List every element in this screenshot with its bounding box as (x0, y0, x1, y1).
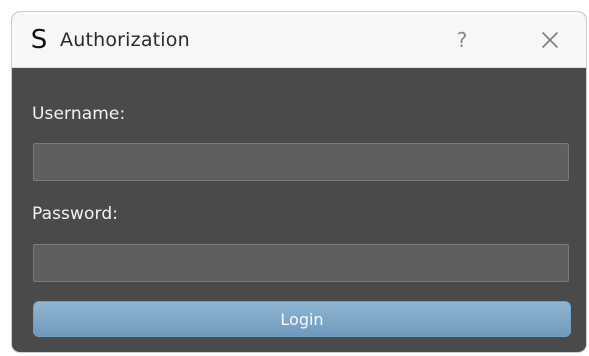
dialog-content: Username: Password: Login (12, 68, 586, 351)
close-icon (542, 32, 558, 48)
background-strip (0, 0, 589, 12)
username-input[interactable] (33, 143, 569, 181)
help-icon: ? (456, 28, 468, 52)
close-button[interactable] (528, 24, 572, 56)
help-button[interactable]: ? (442, 26, 482, 54)
login-button[interactable]: Login (33, 301, 571, 337)
window-title: Authorization (60, 28, 190, 51)
password-input[interactable] (33, 244, 569, 282)
authorization-dialog: S Authorization ? Username: Password: Lo… (12, 12, 586, 352)
username-label: Username: (32, 104, 126, 124)
app-icon: S (30, 24, 48, 55)
titlebar: S Authorization ? (12, 12, 586, 68)
password-label: Password: (32, 204, 119, 224)
